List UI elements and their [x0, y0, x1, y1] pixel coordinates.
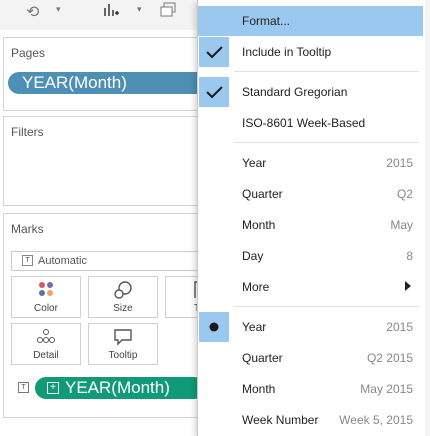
menu-item-week-number[interactable]: Week Number Week 5, 2015: [198, 405, 423, 435]
menu-month-value: May: [390, 218, 413, 232]
menu-year-continuous-value: 2015: [386, 320, 413, 334]
pages-title: Pages: [11, 46, 46, 60]
duplicate-sheet-icon[interactable]: [160, 2, 178, 23]
checkmark-icon: [199, 77, 229, 107]
chevron-down-icon[interactable]: ▾: [137, 4, 142, 15]
menu-item-year[interactable]: Year 2015: [198, 148, 423, 178]
menu-month-label: Month: [242, 218, 276, 232]
menu-item-more[interactable]: More: [198, 272, 423, 302]
menu-year-continuous-label: Year: [242, 320, 267, 334]
marks-card: Marks T Automatic Color Size T Detail To…: [3, 213, 207, 418]
menu-item-include-tooltip[interactable]: Include in Tooltip: [198, 37, 423, 67]
menu-quarter-continuous-label: Quarter: [242, 351, 283, 365]
mark-type-label: Automatic: [38, 255, 87, 267]
submenu-arrow-icon: [405, 281, 411, 291]
menu-item-day[interactable]: Day 8: [198, 241, 423, 271]
scrollbar[interactable]: [425, 0, 430, 436]
filters-title: Filters: [11, 125, 44, 139]
pages-card: Pages YEAR(Month): [3, 37, 212, 111]
size-label: Size: [113, 303, 133, 314]
detail-button[interactable]: Detail: [11, 323, 81, 365]
size-icon: [89, 280, 157, 305]
color-button[interactable]: Color: [11, 276, 81, 318]
tooltip-icon: [89, 327, 157, 352]
menu-item-quarter[interactable]: Quarter Q2: [198, 179, 423, 209]
menu-item-year-continuous[interactable]: Year 2015: [198, 312, 423, 342]
menu-separator: [234, 306, 419, 307]
menu-separator: [234, 71, 419, 72]
tooltip-button[interactable]: Tooltip: [88, 323, 158, 365]
menu-item-month[interactable]: Month May: [198, 210, 423, 240]
menu-day-value: 8: [406, 249, 413, 263]
menu-quarter-value: Q2: [396, 187, 413, 201]
menu-format-label: Format...: [242, 14, 291, 28]
mark-type-select[interactable]: T Automatic: [11, 251, 199, 271]
text-shelf-icon: T: [18, 382, 29, 393]
menu-item-standard-gregorian[interactable]: Standard Gregorian: [198, 77, 423, 107]
marks-pill-label: YEAR(Month): [65, 378, 170, 397]
menu-week-number-label: Week Number: [242, 413, 319, 427]
menu-standard-gregorian-label: Standard Gregorian: [242, 85, 348, 99]
menu-item-month-continuous[interactable]: Month May 2015: [198, 374, 423, 404]
pages-pill-label: YEAR(Month): [22, 73, 127, 92]
marks-title: Marks: [11, 222, 44, 236]
checkmark-icon: [199, 37, 229, 67]
detail-dots-icon: [12, 327, 80, 352]
chart-add-icon[interactable]: [102, 2, 120, 23]
undo-icon[interactable]: ⟲: [26, 2, 39, 22]
color-dots-icon: [12, 280, 80, 303]
menu-day-label: Day: [242, 249, 264, 263]
menu-more-label: More: [242, 280, 270, 294]
menu-item-format[interactable]: Format...: [198, 6, 423, 36]
menu-quarter-continuous-value: Q2 2015: [366, 351, 413, 365]
menu-item-iso-week[interactable]: ISO-8601 Week-Based: [198, 108, 423, 138]
expand-icon[interactable]: +: [47, 382, 59, 394]
filters-card[interactable]: Filters: [3, 116, 199, 206]
menu-month-continuous-value: May 2015: [360, 382, 413, 396]
radio-dot-icon: [199, 312, 229, 342]
context-menu: Format... Include in Tooltip Standard Gr…: [197, 0, 430, 436]
color-label: Color: [34, 303, 58, 314]
chevron-down-icon[interactable]: ▾: [56, 4, 61, 15]
tooltip-label: Tooltip: [108, 350, 138, 361]
menu-quarter-label: Quarter: [242, 187, 283, 201]
detail-label: Detail: [33, 350, 59, 361]
mark-type-icon: T: [22, 255, 33, 266]
menu-separator: [234, 142, 419, 143]
menu-include-tooltip-label: Include in Tooltip: [242, 45, 332, 59]
menu-year-value: 2015: [386, 156, 413, 170]
size-button[interactable]: Size: [88, 276, 158, 318]
menu-week-number-value: Week 5, 2015: [339, 413, 413, 427]
menu-month-continuous-label: Month: [242, 382, 276, 396]
menu-item-quarter-continuous[interactable]: Quarter Q2 2015: [198, 343, 423, 373]
pages-field-pill[interactable]: YEAR(Month): [8, 72, 212, 94]
menu-iso-week-label: ISO-8601 Week-Based: [242, 116, 366, 130]
marks-field-pill[interactable]: + YEAR(Month): [35, 377, 205, 399]
toolbar: ⟲ ▾ ▾: [0, 0, 200, 30]
menu-year-label: Year: [242, 156, 267, 170]
